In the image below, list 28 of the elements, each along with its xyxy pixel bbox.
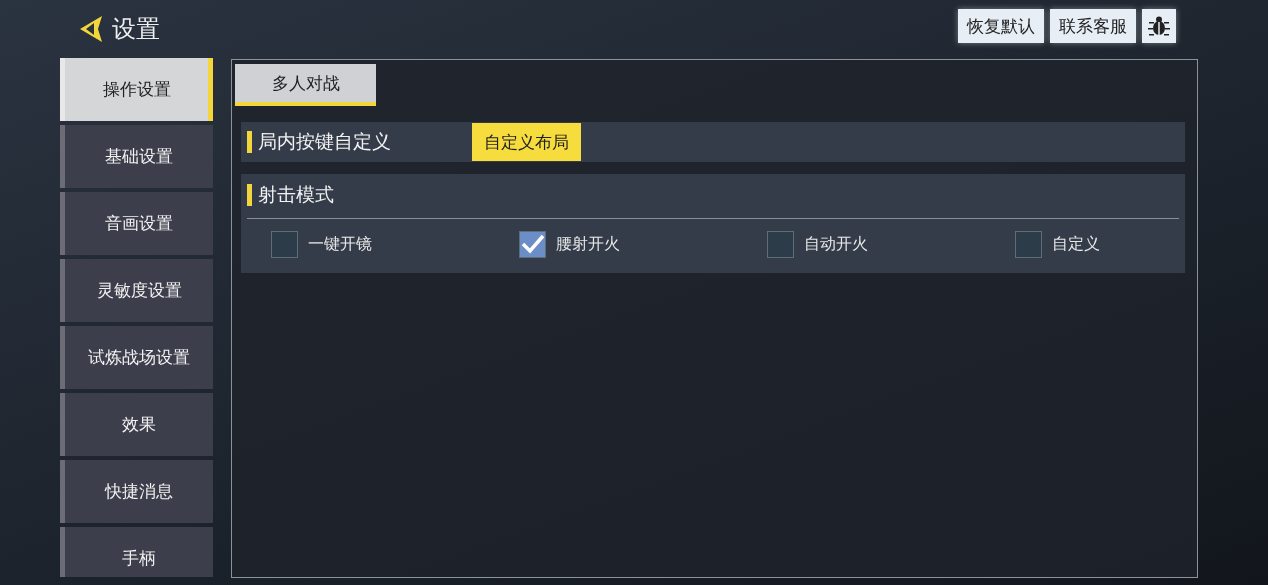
option-label: 腰射开火	[556, 233, 620, 255]
option-label: 自定义	[1052, 233, 1100, 255]
top-button[interactable]: 恢复默认	[958, 9, 1044, 43]
sidebar-item[interactable]: 试炼战场设置	[60, 326, 213, 389]
option-label: 一键开镜	[308, 233, 372, 255]
mode-tab[interactable]: 多人对战	[235, 64, 376, 106]
option-label: 自动开火	[804, 233, 868, 255]
sidebar-item[interactable]: 灵敏度设置	[60, 259, 213, 322]
sidebar-item[interactable]: 基础设置	[60, 125, 213, 188]
custom-layout-button[interactable]: 自定义布局	[472, 123, 581, 161]
sidebar-item[interactable]: 音画设置	[60, 192, 213, 255]
sidebar-item[interactable]: 手柄	[60, 527, 213, 577]
checkbox[interactable]	[271, 230, 298, 258]
checkbox[interactable]	[519, 230, 546, 258]
section-title: 局内按键自定义	[258, 129, 392, 154]
page-title: 设置	[112, 14, 160, 45]
bug-report-button[interactable]	[1142, 9, 1176, 43]
check-icon	[520, 234, 545, 254]
sidebar-item[interactable]: 快捷消息	[60, 460, 213, 523]
section-title: 射击模式	[258, 182, 335, 207]
checkbox[interactable]	[1015, 230, 1042, 258]
sidebar-item[interactable]: 操作设置	[60, 58, 213, 121]
checkbox[interactable]	[767, 230, 794, 258]
accent-bar	[247, 184, 252, 206]
sidebar-item[interactable]: 效果	[60, 393, 213, 456]
accent-bar	[247, 131, 252, 153]
bug-icon	[1147, 14, 1171, 38]
top-button[interactable]: 联系客服	[1050, 9, 1136, 43]
